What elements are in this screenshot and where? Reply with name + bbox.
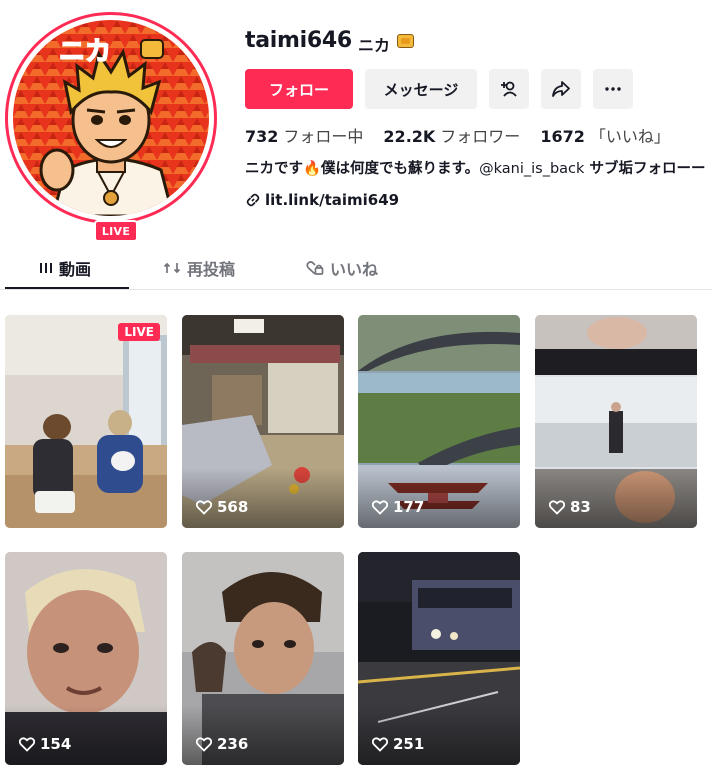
link-text: lit.link/taimi649 — [265, 191, 400, 209]
live-label: LIVE — [118, 323, 160, 341]
more-options-button[interactable] — [593, 69, 633, 109]
following-count: 732 — [245, 127, 279, 146]
video-thumbnail — [5, 315, 167, 528]
live-badge[interactable]: LIVE — [94, 220, 138, 242]
video-card[interactable]: LIVE — [5, 315, 167, 528]
view-count-text: 568 — [217, 498, 249, 516]
heart-outline-icon — [549, 499, 565, 515]
video-card[interactable]: 83 — [535, 315, 697, 528]
view-count: 83 — [549, 498, 591, 516]
profile-link[interactable]: lit.link/taimi649 — [245, 191, 399, 209]
share-button[interactable] — [541, 69, 581, 109]
video-card[interactable]: 236 — [182, 552, 344, 765]
view-count-text: 236 — [217, 735, 249, 753]
repost-icon — [163, 262, 181, 274]
tab-videos[interactable]: 動画 — [39, 256, 91, 280]
heart-outline-icon — [196, 736, 212, 752]
video-card[interactable]: 568 — [182, 315, 344, 528]
view-count: 251 — [372, 735, 424, 753]
likes-count: 1672 — [540, 127, 585, 146]
follow-button[interactable]: フォロー — [245, 69, 353, 109]
svg-text:ニカ: ニカ — [59, 37, 111, 67]
heart-outline-icon — [196, 499, 212, 515]
likes-label: 「いいね」 — [589, 127, 670, 146]
view-count-text: 251 — [393, 735, 425, 753]
heart-outline-icon — [372, 736, 388, 752]
active-tab-indicator — [5, 287, 129, 289]
more-icon — [605, 87, 621, 91]
profile-stats: 732 フォロー中 22.2K フォロワー 1672 「いいね」 — [245, 123, 690, 147]
view-count-text: 83 — [570, 498, 591, 516]
heart-lock-icon — [306, 261, 324, 275]
tab-label: 動画 — [59, 260, 92, 279]
add-friend-button[interactable] — [489, 69, 529, 109]
link-icon — [246, 193, 260, 207]
username: taimi646 — [245, 28, 352, 53]
followers-count: 22.2K — [383, 127, 436, 146]
bio-text: ニカです🔥僕は何度でも蘇ります。 — [245, 161, 480, 177]
view-count: 154 — [19, 735, 71, 753]
video-card[interactable]: 177 — [358, 315, 520, 528]
video-card[interactable]: 251 — [358, 552, 520, 765]
tab-label: 再投稿 — [187, 260, 236, 279]
nickname: ニカ — [358, 36, 391, 55]
tab-liked[interactable]: いいね — [306, 256, 378, 280]
view-count-text: 154 — [40, 735, 72, 753]
profile-tabs: 動画 再投稿 いいね — [0, 250, 712, 290]
view-count: 568 — [196, 498, 248, 516]
tab-label: いいね — [330, 260, 379, 279]
bread-emoji-icon — [397, 34, 414, 48]
video-card[interactable]: 154 — [5, 552, 167, 765]
likes-stat: 1672 「いいね」 — [540, 123, 670, 147]
profile-avatar[interactable]: ニカ LIVE — [5, 12, 217, 242]
message-button[interactable]: メッセージ — [365, 69, 477, 109]
grid-lines-icon — [40, 263, 52, 273]
bio: ニカです🔥僕は何度でも蘇ります。@kani_is_back サブ垢フォローー — [245, 157, 712, 178]
view-count: 177 — [372, 498, 424, 516]
avatar-image: ニカ — [13, 20, 209, 216]
heart-outline-icon — [19, 736, 35, 752]
followers-label: フォロワー — [440, 127, 521, 146]
heart-outline-icon — [372, 499, 388, 515]
add-user-icon — [501, 81, 517, 97]
followers-stat[interactable]: 22.2K フォロワー — [383, 123, 520, 147]
bio-text-after: サブ垢フォローー — [584, 161, 706, 177]
view-count: 236 — [196, 735, 248, 753]
following-stat[interactable]: 732 フォロー中 — [245, 123, 363, 147]
view-count-text: 177 — [393, 498, 425, 516]
following-label: フォロー中 — [283, 127, 364, 146]
tab-reposts[interactable]: 再投稿 — [163, 256, 235, 280]
share-icon — [552, 81, 570, 97]
bio-mention[interactable]: @kani_is_back — [479, 161, 584, 177]
